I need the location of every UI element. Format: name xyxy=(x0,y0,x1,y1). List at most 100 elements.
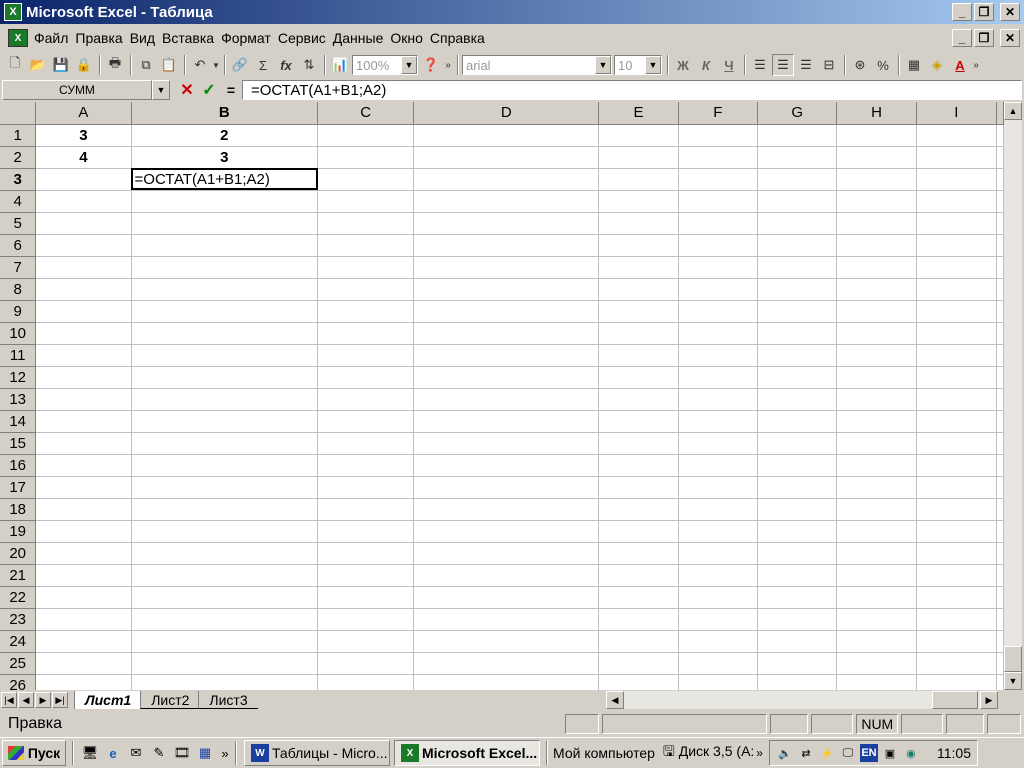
cell[interactable] xyxy=(836,124,917,147)
cell[interactable] xyxy=(916,476,998,499)
formula-input[interactable]: =ОСТАТ(A1+B1;A2) xyxy=(242,80,1022,100)
cell[interactable] xyxy=(598,498,679,521)
font-color-icon[interactable]: A xyxy=(949,54,971,76)
cell[interactable] xyxy=(678,652,759,675)
align-center-icon[interactable]: ☰ xyxy=(772,54,794,76)
cell[interactable] xyxy=(757,388,838,411)
cancel-icon[interactable]: ✕ xyxy=(176,80,198,100)
cell[interactable] xyxy=(317,168,415,191)
cell[interactable] xyxy=(757,366,838,389)
column-header-b[interactable]: B xyxy=(131,102,319,125)
cell[interactable] xyxy=(757,586,838,609)
cell[interactable] xyxy=(836,366,917,389)
cell[interactable] xyxy=(916,344,998,367)
cell[interactable] xyxy=(996,564,1004,587)
cell[interactable] xyxy=(317,410,415,433)
cell[interactable] xyxy=(35,674,132,690)
scheduler-icon[interactable]: ▣ xyxy=(881,744,899,762)
cell[interactable] xyxy=(131,300,319,323)
cell[interactable] xyxy=(317,498,415,521)
cell[interactable] xyxy=(916,630,998,653)
cell[interactable] xyxy=(757,190,838,213)
cell[interactable] xyxy=(836,564,917,587)
cell[interactable] xyxy=(757,278,838,301)
cell[interactable] xyxy=(413,388,600,411)
cell[interactable] xyxy=(131,344,319,367)
sheet-tab-2[interactable]: Лист2 xyxy=(140,691,200,709)
antivirus-icon[interactable]: ◉ xyxy=(902,744,920,762)
cell[interactable] xyxy=(598,344,679,367)
cell[interactable] xyxy=(35,388,132,411)
cell[interactable] xyxy=(836,432,917,455)
cell[interactable] xyxy=(131,212,319,235)
cell[interactable] xyxy=(916,190,998,213)
cell[interactable] xyxy=(836,168,917,191)
row-header[interactable]: 12 xyxy=(0,366,37,389)
cell[interactable] xyxy=(413,322,600,345)
cell[interactable] xyxy=(836,608,917,631)
row-header[interactable]: 16 xyxy=(0,454,37,477)
row-header[interactable]: 11 xyxy=(0,344,37,367)
menu-help[interactable]: Справка xyxy=(430,30,485,46)
cell[interactable] xyxy=(598,652,679,675)
cell[interactable] xyxy=(836,234,917,257)
cell[interactable] xyxy=(996,344,1004,367)
next-sheet-icon[interactable]: ▶ xyxy=(35,692,51,708)
cell[interactable] xyxy=(678,410,759,433)
cell[interactable] xyxy=(678,388,759,411)
cell[interactable] xyxy=(131,542,319,565)
undo-icon[interactable]: ↶ xyxy=(189,54,211,76)
cell[interactable] xyxy=(317,212,415,235)
cell[interactable] xyxy=(131,476,319,499)
cell[interactable] xyxy=(317,520,415,543)
cell[interactable] xyxy=(598,586,679,609)
copy-icon[interactable]: ⧉ xyxy=(135,54,157,76)
toolbar-overflow-icon[interactable]: » xyxy=(443,54,453,76)
currency-icon[interactable]: ⊛ xyxy=(849,54,871,76)
cell[interactable]: 4 xyxy=(35,146,132,169)
cell[interactable] xyxy=(131,674,319,690)
cell[interactable] xyxy=(916,498,998,521)
cell[interactable] xyxy=(678,674,759,690)
cell[interactable] xyxy=(678,520,759,543)
start-button[interactable]: Пуск xyxy=(2,740,66,766)
cell[interactable] xyxy=(678,586,759,609)
row-header[interactable]: 18 xyxy=(0,498,37,521)
enter-icon[interactable]: ✓ xyxy=(198,80,220,100)
cell[interactable] xyxy=(916,674,998,690)
cell[interactable] xyxy=(317,652,415,675)
cell[interactable] xyxy=(916,542,998,565)
cell[interactable] xyxy=(836,322,917,345)
cell[interactable] xyxy=(317,476,415,499)
desktop-icon[interactable]: 🖥 xyxy=(80,743,100,763)
horizontal-scrollbar[interactable]: ◀ ▶ xyxy=(606,691,998,709)
cell[interactable] xyxy=(836,344,917,367)
cell[interactable] xyxy=(131,190,319,213)
cell[interactable] xyxy=(678,630,759,653)
cell[interactable] xyxy=(35,322,132,345)
vertical-scrollbar[interactable]: ▲ ▼ xyxy=(1004,102,1022,690)
underline-button[interactable]: Ч xyxy=(718,54,740,76)
cell[interactable] xyxy=(413,454,600,477)
cell[interactable] xyxy=(678,234,759,257)
cell[interactable] xyxy=(35,366,132,389)
cell[interactable] xyxy=(916,520,998,543)
row-header[interactable]: 14 xyxy=(0,410,37,433)
cell[interactable] xyxy=(317,630,415,653)
cell[interactable] xyxy=(678,190,759,213)
row-header[interactable]: 3 xyxy=(0,168,37,191)
cell[interactable] xyxy=(836,388,917,411)
doc-restore-button[interactable]: ❐ xyxy=(974,29,994,47)
cell[interactable] xyxy=(678,124,759,147)
cell[interactable] xyxy=(757,454,838,477)
cell[interactable] xyxy=(413,652,600,675)
cell[interactable] xyxy=(35,344,132,367)
cell[interactable] xyxy=(35,586,132,609)
cell[interactable] xyxy=(35,410,132,433)
cell[interactable] xyxy=(317,608,415,631)
cell[interactable] xyxy=(317,256,415,279)
cell[interactable] xyxy=(131,652,319,675)
cell[interactable] xyxy=(757,300,838,323)
cell[interactable] xyxy=(836,542,917,565)
cell[interactable] xyxy=(317,300,415,323)
